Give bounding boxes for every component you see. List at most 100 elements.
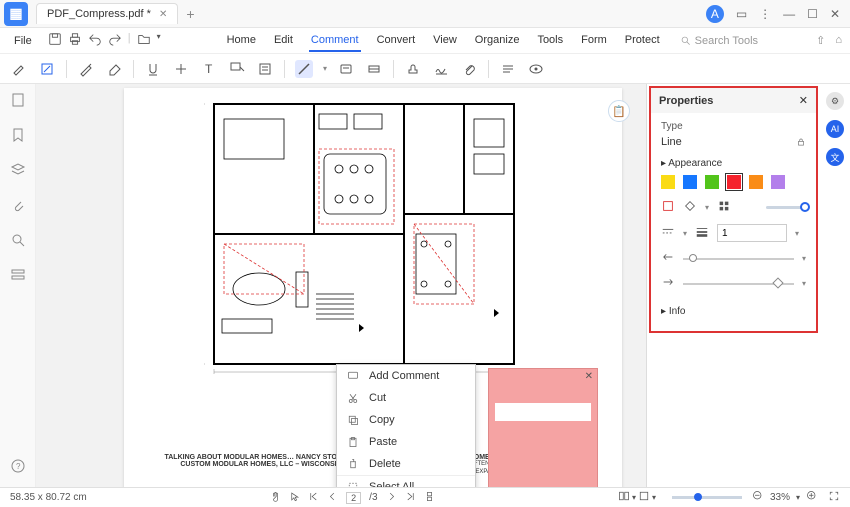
qat-dropdown-icon[interactable]: ▾: [157, 32, 161, 49]
ai-assistant-icon[interactable]: AI: [826, 120, 844, 138]
tab-edit[interactable]: Edit: [272, 30, 295, 52]
ctx-select-all[interactable]: Select All: [337, 476, 475, 487]
next-page-icon[interactable]: [386, 491, 397, 505]
color-purple[interactable]: [771, 175, 785, 189]
highlight-icon[interactable]: [10, 60, 28, 78]
read-mode-icon[interactable]: [638, 490, 650, 505]
stroke-color-icon[interactable]: [661, 199, 675, 216]
color-yellow[interactable]: [661, 175, 675, 189]
tab-close-icon[interactable]: ✕: [159, 9, 167, 20]
tab-add-button[interactable]: +: [186, 6, 194, 22]
tab-view[interactable]: View: [431, 30, 459, 52]
end-arrow-icon[interactable]: [661, 275, 675, 292]
search-icon[interactable]: [10, 232, 26, 251]
hide-comments-icon[interactable]: [527, 60, 545, 78]
zoom-in-icon[interactable]: [806, 490, 818, 505]
window-compact-icon[interactable]: ▭: [736, 7, 747, 21]
attachment-icon[interactable]: [460, 60, 478, 78]
sticky-note-icon[interactable]: [337, 60, 355, 78]
thumbnails-icon[interactable]: [10, 92, 26, 111]
comments-list-icon[interactable]: [499, 60, 517, 78]
callout-icon[interactable]: [228, 60, 246, 78]
open-icon[interactable]: [137, 32, 151, 49]
color-red[interactable]: [727, 175, 741, 189]
window-close-icon[interactable]: ✕: [830, 7, 840, 21]
window-maximize-icon[interactable]: ☐: [807, 7, 818, 21]
fill-color-icon[interactable]: [683, 199, 697, 216]
fullscreen-icon[interactable]: [828, 490, 840, 505]
layers-icon[interactable]: [10, 162, 26, 181]
attachments-icon[interactable]: [10, 197, 26, 216]
page-input[interactable]: 2: [346, 492, 361, 504]
tab-comment[interactable]: Comment: [309, 30, 361, 52]
start-arrow-slider[interactable]: [683, 258, 794, 260]
sticky-close-icon[interactable]: ✕: [585, 371, 593, 382]
ctx-paste[interactable]: Paste: [337, 431, 475, 453]
document-canvas[interactable]: A SENSE O TALKING ABOUT MODULAR HOMES… N…: [36, 84, 646, 487]
tab-protect[interactable]: Protect: [623, 30, 662, 52]
sticky-note-popup[interactable]: ✕: [488, 368, 598, 487]
stamp-icon[interactable]: [365, 60, 383, 78]
panel-toggle-icon[interactable]: ⚙: [826, 92, 844, 110]
pencil-icon[interactable]: [77, 60, 95, 78]
fields-icon[interactable]: [10, 267, 26, 286]
prev-page-icon[interactable]: [327, 491, 338, 505]
info-section[interactable]: ▸ Info: [661, 306, 806, 317]
help-icon[interactable]: ?: [10, 458, 26, 477]
first-page-icon[interactable]: [308, 491, 319, 505]
zoom-out-icon[interactable]: [752, 490, 764, 505]
translate-icon[interactable]: 文: [826, 148, 844, 166]
zoom-slider[interactable]: [672, 496, 742, 499]
ctx-cut[interactable]: Cut: [337, 387, 475, 409]
ctx-copy[interactable]: Copy: [337, 409, 475, 431]
tab-organize[interactable]: Organize: [473, 30, 522, 52]
tab-convert[interactable]: Convert: [375, 30, 418, 52]
underline-icon[interactable]: [144, 60, 162, 78]
window-menu-icon[interactable]: ⋮: [759, 7, 771, 21]
line-dropdown-icon[interactable]: ▾: [323, 64, 327, 73]
window-minimize-icon[interactable]: —: [783, 7, 795, 21]
color-blue[interactable]: [683, 175, 697, 189]
sticky-text-input[interactable]: [495, 403, 591, 421]
color-orange[interactable]: [749, 175, 763, 189]
end-arrow-slider[interactable]: [683, 283, 794, 285]
line-weight-icon[interactable]: [695, 225, 709, 242]
tab-home[interactable]: Home: [225, 30, 258, 52]
arrange-icon[interactable]: [717, 199, 731, 216]
print-icon[interactable]: [68, 32, 82, 49]
lock-icon[interactable]: [796, 137, 806, 147]
file-menu[interactable]: File: [8, 33, 38, 49]
bookmarks-icon[interactable]: [10, 127, 26, 146]
line-tool-icon[interactable]: [295, 60, 313, 78]
ctx-add-comment[interactable]: Add Comment: [337, 365, 475, 387]
save-icon[interactable]: [48, 32, 62, 49]
redo-icon[interactable]: [108, 32, 122, 49]
tool-search[interactable]: Search Tools: [680, 35, 758, 47]
start-arrow-icon[interactable]: [661, 250, 675, 267]
stamp-tool-icon[interactable]: [404, 60, 422, 78]
eraser-icon[interactable]: [105, 60, 123, 78]
user-avatar[interactable]: A: [706, 5, 724, 23]
area-highlight-icon[interactable]: [38, 60, 56, 78]
note-icon[interactable]: [256, 60, 274, 78]
view-mode-icon[interactable]: [618, 490, 630, 505]
undo-icon[interactable]: [88, 32, 102, 49]
appearance-section[interactable]: ▸ Appearance: [661, 158, 806, 169]
line-style-icon[interactable]: [661, 225, 675, 242]
stroke-width-input[interactable]: [717, 224, 787, 242]
help-up-icon[interactable]: ⌂: [835, 34, 842, 47]
strikeout-icon[interactable]: [172, 60, 190, 78]
select-tool-icon[interactable]: [289, 491, 300, 505]
tab-tools[interactable]: Tools: [535, 30, 565, 52]
color-green[interactable]: [705, 175, 719, 189]
clipboard-float-icon[interactable]: 📋: [608, 100, 630, 122]
document-tab[interactable]: PDF_Compress.pdf * ✕: [36, 3, 178, 24]
ctx-delete[interactable]: Delete: [337, 453, 475, 475]
tab-form[interactable]: Form: [579, 30, 609, 52]
properties-close-icon[interactable]: ✕: [799, 94, 808, 107]
hand-tool-icon[interactable]: [270, 491, 281, 505]
textbox-icon[interactable]: T: [200, 60, 218, 78]
signature-icon[interactable]: [432, 60, 450, 78]
share-icon[interactable]: ⇧: [816, 34, 825, 47]
opacity-slider[interactable]: [766, 206, 806, 209]
